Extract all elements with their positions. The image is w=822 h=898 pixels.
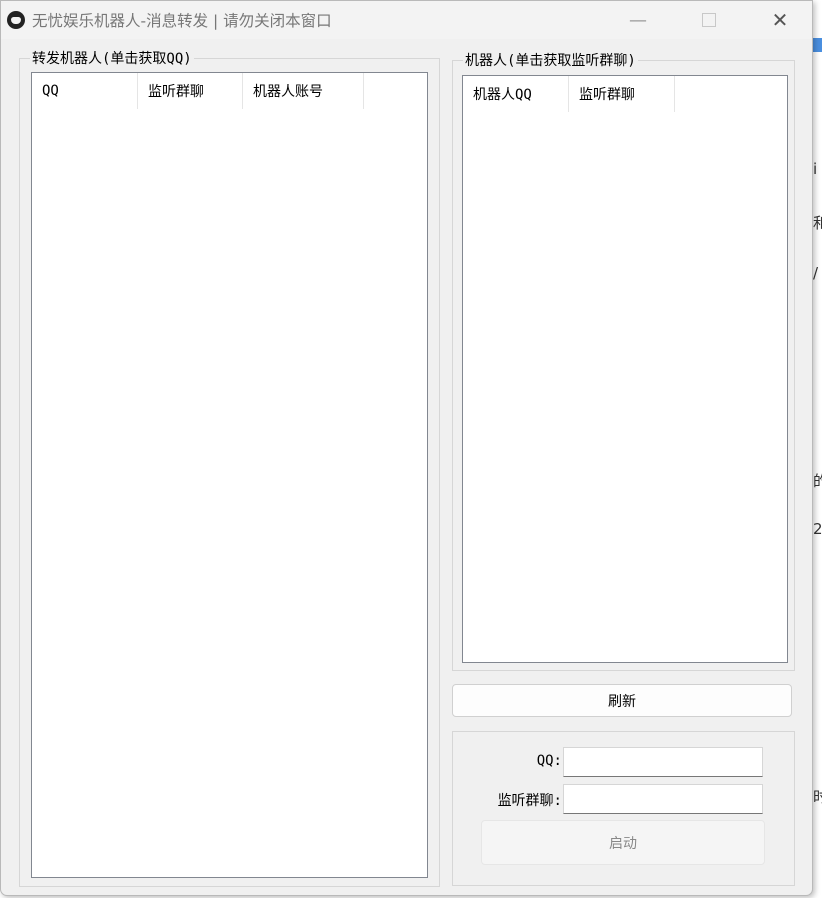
minimize-button[interactable]: — (615, 7, 661, 33)
start-button[interactable]: 启动 (481, 820, 765, 865)
start-form-group: QQ: 监听群聊: 启动 (452, 731, 795, 886)
column-header-robot-account[interactable]: 机器人账号 (243, 73, 364, 109)
maximize-button[interactable] (686, 7, 732, 33)
listen-group-input[interactable] (563, 784, 763, 814)
main-window: 无忧娱乐机器人-消息转发 | 请勿关闭本窗口 — ✕ 转发机器人(单击获取QQ)… (0, 0, 813, 896)
background-text: 时 (813, 788, 822, 806)
minimize-icon: — (629, 9, 647, 31)
title-bar[interactable]: 无忧娱乐机器人-消息转发 | 请勿关闭本窗口 — ✕ (1, 1, 812, 39)
column-header-qq[interactable]: QQ (32, 73, 138, 109)
app-logo-icon (7, 11, 25, 29)
refresh-button[interactable]: 刷新 (452, 684, 792, 717)
close-icon: ✕ (771, 8, 789, 32)
robot-group-label: 机器人(单击获取监听群聊) (463, 50, 638, 70)
forward-robot-group: 转发机器人(单击获取QQ) QQ 监听群聊 机器人账号 (19, 48, 440, 887)
window-title: 无忧娱乐机器人-消息转发 | 请勿关闭本窗口 (32, 12, 332, 30)
close-button[interactable]: ✕ (757, 7, 803, 33)
background-app: i 和 / 的 2( 时 (812, 0, 822, 898)
listen-group-label: 监听群聊: (497, 793, 562, 809)
background-text: i (813, 160, 818, 178)
qq-label: QQ: (536, 753, 562, 769)
column-header-robot-qq[interactable]: 机器人QQ (463, 76, 569, 112)
list-header: 机器人QQ 监听群聊 (463, 76, 675, 112)
list-header: QQ 监听群聊 机器人账号 (32, 73, 364, 109)
maximize-icon (702, 13, 716, 27)
robot-group: 机器人(单击获取监听群聊) 机器人QQ 监听群聊 (452, 50, 795, 671)
forward-robot-list[interactable]: QQ 监听群聊 机器人账号 (31, 72, 428, 878)
qq-input[interactable] (563, 747, 763, 777)
column-header-listen-group[interactable]: 监听群聊 (569, 76, 675, 112)
background-text: 2( (813, 520, 822, 538)
background-highlight (812, 38, 822, 52)
background-text: / (813, 264, 819, 282)
column-header-listen-group[interactable]: 监听群聊 (138, 73, 243, 109)
forward-robot-group-label: 转发机器人(单击获取QQ) (30, 48, 194, 68)
robot-list[interactable]: 机器人QQ 监听群聊 (462, 75, 788, 663)
background-text: 的 (813, 472, 822, 490)
background-text: 和 (813, 214, 822, 232)
